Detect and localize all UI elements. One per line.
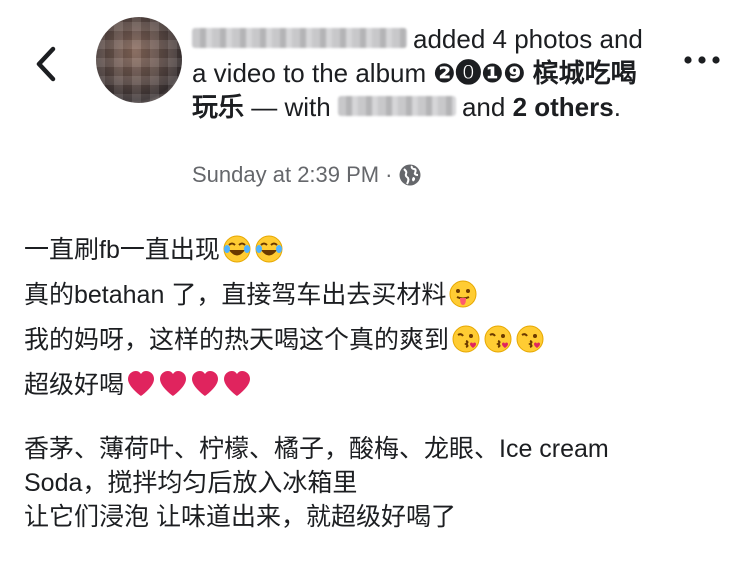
heart-emoji-icon bbox=[160, 371, 187, 396]
body-line-2: 真的betahan 了，直接驾车出去买材料 bbox=[24, 273, 734, 318]
back-button[interactable] bbox=[28, 40, 64, 88]
timestamp[interactable]: Sunday at 2:39 PM bbox=[192, 160, 379, 190]
body-line-1: 一直刷fb一直出现 bbox=[24, 228, 734, 273]
body-line-text: 一直刷fb一直出现 bbox=[24, 236, 220, 264]
timestamp-row: Sunday at 2:39 PM · bbox=[192, 160, 422, 190]
tears-of-joy-emoji-icon bbox=[255, 235, 283, 263]
body-paragraph-2: 香茅、薄荷叶、柠檬、橘子，酸梅、龙眼、Ice cream Soda，搅拌均匀后放… bbox=[24, 432, 734, 534]
kiss-emoji-icon bbox=[484, 325, 512, 353]
heart-emoji-icon bbox=[128, 371, 155, 396]
others-link[interactable]: 2 others bbox=[513, 92, 614, 122]
body-para-line: Soda，搅拌均匀后放入冰箱里 bbox=[24, 469, 358, 497]
kiss-emoji-icon bbox=[516, 325, 544, 353]
heart-emoji-icon bbox=[192, 371, 219, 396]
body-line-text: 真的betahan 了，直接驾车出去买材料 bbox=[24, 281, 447, 309]
body-para-line: 让它们浸泡 让味道出来，就超级好喝了 bbox=[24, 503, 456, 531]
tongue-out-emoji-icon bbox=[449, 280, 477, 308]
kiss-emoji-icon bbox=[452, 325, 480, 353]
avatar[interactable] bbox=[96, 17, 182, 103]
body-line-text: 我的妈呀，这样的热天喝这个真的爽到 bbox=[24, 326, 450, 354]
chevron-left-icon bbox=[36, 46, 56, 82]
period: . bbox=[613, 92, 621, 122]
body-para-line: 香茅、薄荷叶、柠檬、橘子，酸梅、龙眼、Ice cream bbox=[24, 435, 609, 463]
author-name-blurred[interactable] bbox=[192, 28, 407, 49]
post-header: added 4 photos and a video to the album … bbox=[192, 22, 662, 124]
more-horizontal-icon bbox=[684, 56, 720, 64]
separator-dot: · bbox=[385, 162, 393, 187]
post-body: 一直刷fb一直出现 真的betahan 了，直接驾车出去买材料 我的妈呀，这样的… bbox=[24, 228, 734, 534]
more-options-button[interactable] bbox=[680, 48, 724, 72]
tagged-friend-blurred[interactable] bbox=[337, 96, 456, 117]
body-line-text: 超级好喝 bbox=[24, 371, 125, 399]
with-text: — with bbox=[251, 92, 331, 122]
tears-of-joy-emoji-icon bbox=[223, 235, 251, 263]
body-line-4: 超级好喝 bbox=[24, 363, 734, 408]
heart-emoji-icon bbox=[224, 371, 251, 396]
globe-icon bbox=[399, 164, 421, 186]
and-text: and bbox=[461, 92, 506, 122]
body-line-3: 我的妈呀，这样的热天喝这个真的爽到 bbox=[24, 318, 734, 363]
